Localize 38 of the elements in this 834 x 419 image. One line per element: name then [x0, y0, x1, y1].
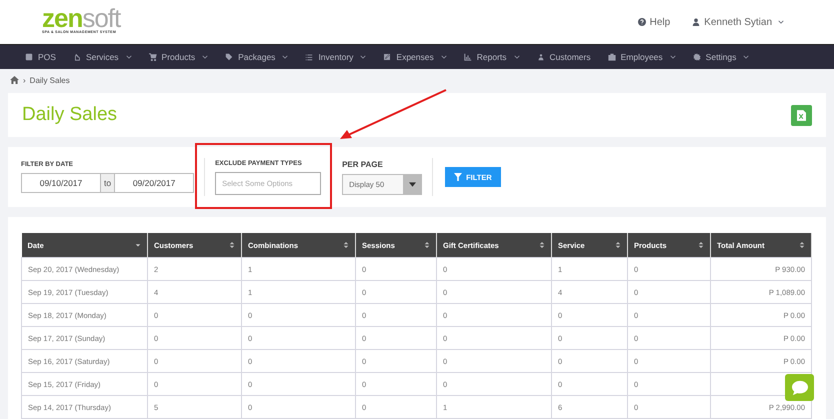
users-icon [536, 53, 545, 61]
date-separator: to [101, 173, 114, 193]
funnel-icon [454, 173, 462, 181]
date-to-field[interactable]: 09/20/2017 [114, 173, 194, 193]
square-icon [25, 53, 33, 61]
nav-item[interactable]: Services [72, 52, 132, 62]
nav-item[interactable]: Expenses [383, 52, 447, 62]
page-title: Daily Sales [22, 104, 118, 126]
tag-icon [225, 53, 234, 61]
cart-icon [148, 53, 157, 61]
home-icon[interactable] [10, 76, 19, 84]
nav-item[interactable]: Products [148, 52, 208, 62]
nav-item[interactable]: Settings [692, 52, 750, 62]
chat-button[interactable] [785, 374, 814, 401]
briefcase-icon [608, 53, 616, 61]
nav-item[interactable]: Customers [536, 52, 591, 62]
nav-item[interactable]: Reports [464, 52, 520, 62]
nav-item[interactable]: POS [25, 52, 56, 62]
spreadsheet-icon [797, 110, 806, 120]
nav-item[interactable]: Employees [608, 52, 676, 62]
caret-icon [408, 182, 416, 186]
help-link[interactable]: Help [638, 16, 670, 28]
nav-item[interactable]: Packages [225, 52, 288, 62]
filter-label: PER PAGE [342, 160, 384, 168]
settings-icon [692, 53, 701, 61]
speech-bubble-icon [790, 380, 808, 396]
user-icon [692, 18, 700, 26]
breadcrumb-separator: › [23, 76, 26, 84]
pencil-icon [383, 53, 392, 61]
breadcrumb-item: Daily Sales [30, 76, 70, 84]
excel-export-button[interactable] [791, 104, 812, 126]
caret-icon [778, 20, 784, 24]
nav-item[interactable]: Inventory [305, 52, 366, 62]
help-icon [638, 18, 646, 26]
list-icon [305, 53, 314, 61]
bar-chart-icon [464, 53, 472, 61]
user-menu[interactable]: Kenneth Sytian [692, 16, 784, 28]
date-from-field[interactable]: 09/10/2017 [21, 173, 101, 193]
